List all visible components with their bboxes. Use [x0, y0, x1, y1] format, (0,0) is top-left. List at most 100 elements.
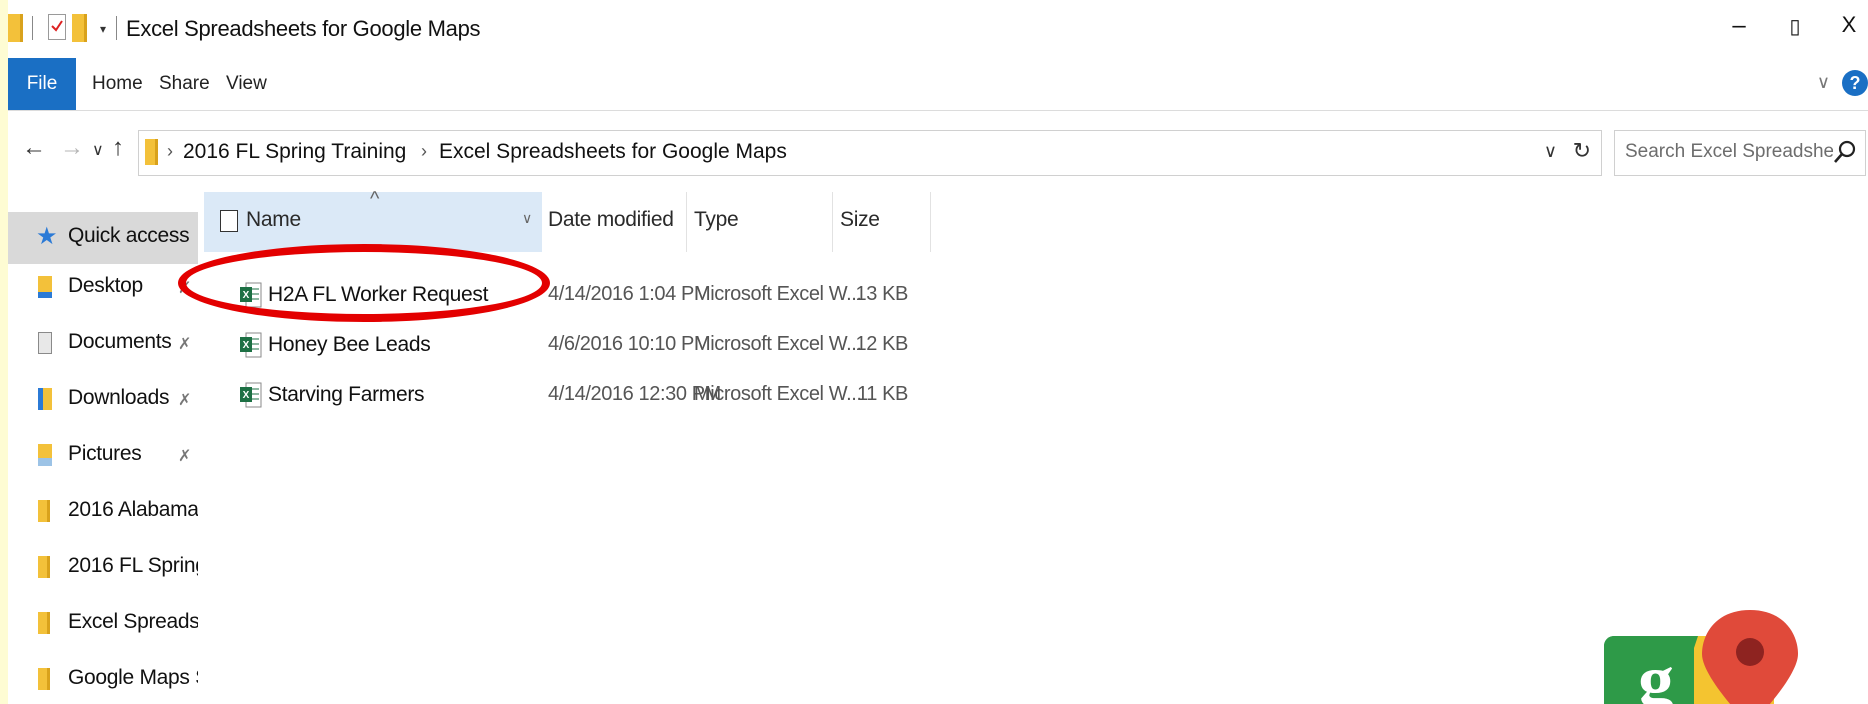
- file-row[interactable]: X H2A FL Worker Request 4/14/2016 1:04 P…: [204, 272, 944, 320]
- documents-icon: [38, 332, 52, 354]
- tab-home[interactable]: Home: [92, 58, 143, 110]
- file-date: 4/6/2016 10:10 PM: [548, 333, 711, 355]
- google-maps-logo: g: [1604, 610, 1798, 704]
- address-bar[interactable]: › 2016 FL Spring Training › Excel Spread…: [138, 130, 1602, 176]
- title-bar: ▾ Excel Spreadsheets for Google Maps – ▯…: [8, 0, 1868, 58]
- nav-item-label: Downloads: [68, 386, 170, 409]
- nav-item-desktop[interactable]: Desktop ✗: [8, 262, 198, 314]
- folder-icon: [38, 612, 50, 634]
- desktop-icon: [38, 276, 52, 298]
- nav-item-label: Excel Spreadsheets: [68, 610, 198, 633]
- nav-item-label: Pictures: [68, 442, 142, 465]
- sort-ascending-icon: ^: [370, 188, 380, 210]
- file-type: Microsoft Excel W...: [694, 283, 862, 305]
- file-size: 13 KB: [855, 283, 909, 305]
- nav-item-label: Google Maps Sessic: [68, 666, 198, 689]
- search-input[interactable]: Search Excel Spreadsheets for ...: [1614, 130, 1866, 176]
- column-filter-chevron-icon[interactable]: ∨: [522, 210, 532, 227]
- nav-item-quick-access[interactable]: ★ Quick access: [8, 212, 198, 264]
- column-label: Date modified: [548, 208, 674, 231]
- help-icon[interactable]: ?: [1842, 70, 1868, 96]
- svg-text:g: g: [1638, 640, 1674, 704]
- up-arrow-icon[interactable]: ↑: [112, 134, 124, 162]
- column-header-type[interactable]: Type: [688, 192, 832, 252]
- forward-arrow-icon[interactable]: →: [60, 134, 84, 162]
- excel-file-icon: X: [240, 282, 262, 308]
- select-all-checkbox[interactable]: [220, 210, 238, 232]
- column-divider[interactable]: [832, 192, 833, 252]
- title-separator: [32, 16, 33, 40]
- title-separator: [116, 16, 117, 40]
- breadcrumb-separator-icon[interactable]: ›: [421, 141, 427, 162]
- pin-icon[interactable]: ✗: [178, 446, 191, 466]
- breadcrumb-item[interactable]: 2016 FL Spring Training: [183, 140, 406, 164]
- breadcrumb-separator-icon[interactable]: ›: [167, 141, 173, 162]
- breadcrumb-item[interactable]: Excel Spreadsheets for Google Maps: [439, 140, 787, 164]
- file-date: 4/14/2016 1:04 PM: [548, 283, 711, 305]
- folder-icon: [145, 139, 158, 165]
- address-dropdown-chevron-icon[interactable]: ∨: [1544, 141, 1557, 162]
- folder-icon: [38, 500, 50, 522]
- star-icon: ★: [36, 223, 58, 250]
- pin-icon[interactable]: ✗: [178, 334, 191, 354]
- search-placeholder: Search Excel Spreadsheets for ...: [1625, 141, 1833, 162]
- nav-item-label: Quick access: [68, 224, 190, 247]
- excel-file-icon: X: [240, 382, 262, 408]
- nav-item-folder[interactable]: Excel Spreadsheets: [8, 598, 198, 650]
- folder-icon: [38, 556, 50, 578]
- properties-icon[interactable]: [48, 14, 66, 40]
- quick-access-toolbar-dropdown-icon[interactable]: ▾: [100, 22, 106, 36]
- nav-item-pictures[interactable]: Pictures ✗: [8, 430, 198, 482]
- column-header-name[interactable]: ^ Name ∨: [204, 188, 542, 252]
- tab-share[interactable]: Share: [159, 58, 210, 110]
- file-size: 12 KB: [855, 333, 909, 355]
- nav-item-folder[interactable]: 2016 Alabama Cont: [8, 486, 198, 538]
- navigation-pane: ★ Quick access Desktop ✗ Documents ✗ Dow…: [8, 190, 198, 704]
- nav-item-folder[interactable]: Google Maps Sessic: [8, 654, 198, 704]
- column-divider[interactable]: [930, 192, 931, 252]
- nav-item-label: 2016 FL Spring Trair: [68, 554, 198, 577]
- search-icon[interactable]: [1833, 139, 1857, 165]
- file-name: Starving Farmers: [268, 383, 425, 406]
- column-header-size[interactable]: Size: [834, 192, 930, 252]
- file-explorer-window: ▾ Excel Spreadsheets for Google Maps – ▯…: [8, 0, 1868, 704]
- recent-locations-chevron-icon[interactable]: ∨: [92, 140, 104, 160]
- nav-item-folder[interactable]: 2016 FL Spring Trair: [8, 542, 198, 594]
- pictures-icon: [38, 444, 52, 466]
- new-folder-icon[interactable]: [72, 14, 87, 42]
- column-label: Size: [840, 208, 880, 231]
- file-row[interactable]: X Starving Farmers 4/14/2016 12:30 PM Mi…: [204, 372, 944, 420]
- svg-text:X: X: [243, 340, 250, 351]
- maximize-button[interactable]: ▯: [1780, 14, 1810, 39]
- file-size: 11 KB: [857, 383, 908, 405]
- column-divider[interactable]: [686, 192, 687, 252]
- minimize-button[interactable]: –: [1724, 12, 1754, 40]
- ribbon-tabs: File Home Share View ∨ ?: [8, 58, 1868, 111]
- svg-text:X: X: [243, 290, 250, 301]
- refresh-icon[interactable]: ↻: [1573, 138, 1591, 164]
- pin-icon[interactable]: ✗: [178, 278, 191, 298]
- folder-icon: [8, 14, 23, 42]
- column-label: Type: [694, 208, 739, 231]
- navigation-bar: ← → ∨ ↑ › 2016 FL Spring Training › Exce…: [8, 118, 1868, 182]
- close-button[interactable]: X: [1834, 12, 1864, 38]
- nav-item-documents[interactable]: Documents ✗: [8, 318, 198, 370]
- tab-view[interactable]: View: [226, 58, 267, 110]
- file-type: Microsoft Excel W...: [694, 383, 862, 405]
- nav-item-label: Documents: [68, 330, 172, 353]
- back-arrow-icon[interactable]: ←: [22, 134, 46, 162]
- file-row[interactable]: X Honey Bee Leads 4/6/2016 10:10 PM Micr…: [204, 322, 944, 370]
- folder-icon: [38, 668, 50, 690]
- column-label: Name: [246, 208, 301, 231]
- tab-file[interactable]: File: [8, 58, 76, 110]
- file-name: Honey Bee Leads: [268, 333, 431, 356]
- nav-item-downloads[interactable]: Downloads ✗: [8, 374, 198, 426]
- excel-file-icon: X: [240, 332, 262, 358]
- nav-item-label: Desktop: [68, 274, 143, 297]
- expand-ribbon-chevron-icon[interactable]: ∨: [1817, 72, 1830, 93]
- column-header-date[interactable]: Date modified: [542, 192, 686, 252]
- svg-text:X: X: [243, 390, 250, 401]
- pin-icon[interactable]: ✗: [178, 390, 191, 410]
- file-name: H2A FL Worker Request: [268, 283, 489, 306]
- nav-item-label: 2016 Alabama Cont: [68, 498, 198, 521]
